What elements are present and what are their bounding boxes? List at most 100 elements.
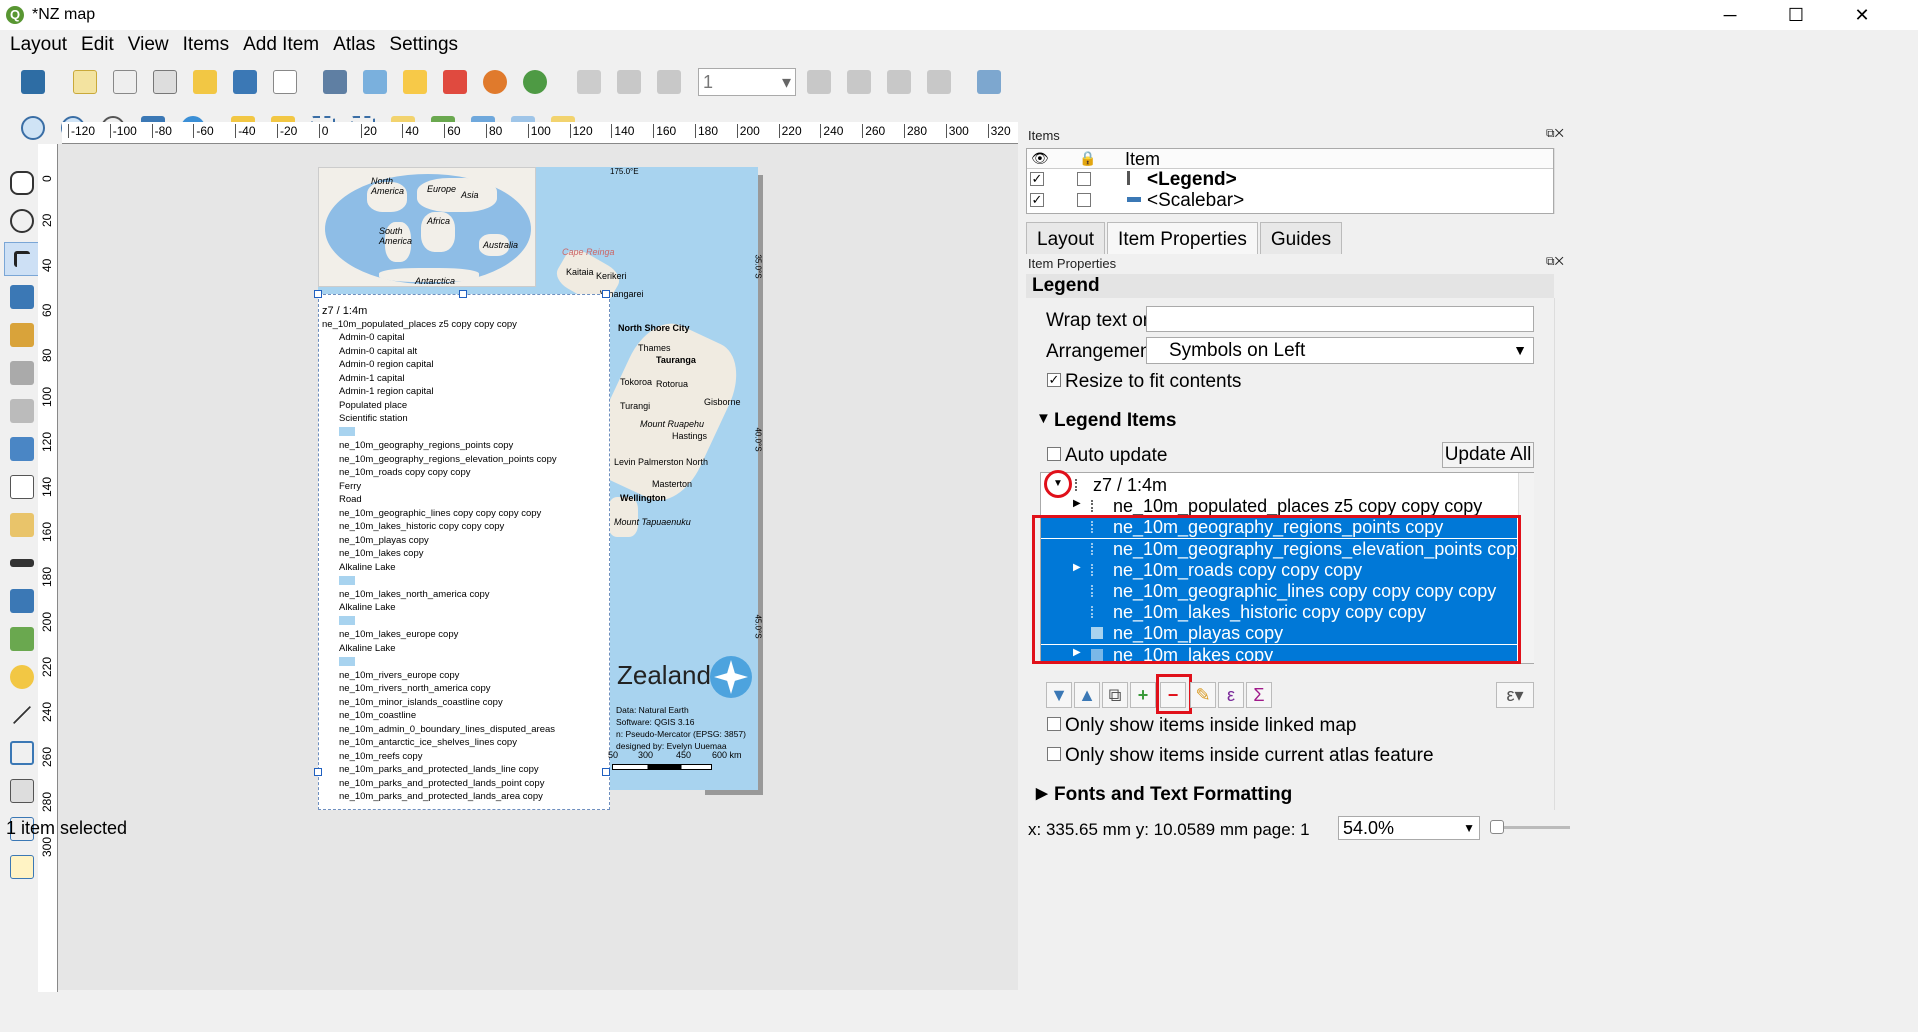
expand-arrow-icon[interactable]: ▶	[1073, 498, 1081, 509]
open-template-button[interactable]	[188, 65, 222, 99]
move-content-tool[interactable]	[4, 280, 40, 314]
expression-button[interactable]: ε	[1218, 682, 1244, 708]
scalebar-item[interactable]: 50 300 450 600 km	[608, 750, 748, 776]
print-atlas-button[interactable]	[882, 65, 916, 99]
selection-status: 1 item selected	[6, 818, 128, 838]
export-atlas-button[interactable]	[922, 65, 956, 99]
select-tool[interactable]	[4, 242, 40, 276]
previous-feature-button[interactable]	[652, 65, 686, 99]
arrangement-combo[interactable]: Symbols on Left ▼	[1146, 337, 1534, 364]
zoom-in-button[interactable]	[16, 111, 50, 145]
pan-tool[interactable]	[4, 166, 40, 200]
only-linked-map-checkbox[interactable]	[1047, 717, 1061, 731]
last-feature-button[interactable]	[842, 65, 876, 99]
remove-button-highlight	[1156, 674, 1192, 714]
add-pages-button[interactable]	[268, 65, 302, 99]
add-label-tool[interactable]	[4, 470, 40, 504]
add-shape-tool[interactable]	[4, 622, 40, 656]
tab-layout[interactable]: Layout	[1026, 222, 1106, 254]
zoom-slider-handle[interactable]	[1490, 820, 1504, 834]
move-up-button[interactable]: ▲	[1074, 682, 1100, 708]
legend-tree-row[interactable]: ▼ z7 / 1:4m	[1041, 475, 1517, 496]
resize-to-fit-checkbox[interactable]: ✓	[1047, 373, 1061, 387]
next-feature-button[interactable]	[802, 65, 836, 99]
add-scalebar-tool[interactable]	[4, 546, 40, 580]
add-polyline-tool[interactable]	[4, 736, 40, 770]
expand-fonts-icon[interactable]: ▶	[1036, 784, 1048, 802]
export-svg-button[interactable]	[398, 65, 432, 99]
ruler-tick-label: 20	[360, 124, 377, 138]
print-button[interactable]	[318, 65, 352, 99]
item-row-scalebar[interactable]: ✓ <Scalebar>	[1027, 190, 1553, 211]
ruler-tick-label: 320	[987, 124, 1011, 138]
zoom-combo[interactable]: 54.0% ▼	[1338, 816, 1480, 840]
menu-atlas[interactable]: Atlas	[327, 34, 383, 56]
save-button[interactable]	[16, 65, 50, 99]
lock-checkbox[interactable]	[1077, 193, 1091, 207]
properties-scrollbar[interactable]	[1554, 298, 1570, 810]
items-scrollbar[interactable]	[1554, 148, 1570, 214]
menu-view[interactable]: View	[122, 34, 177, 56]
zoom-tool[interactable]	[4, 204, 40, 238]
move-down-button[interactable]: ▼	[1046, 682, 1072, 708]
menu-bar: Layout Edit View Items Add Item Atlas Se…	[0, 30, 1918, 60]
layout-manager-button[interactable]	[148, 65, 182, 99]
menu-edit[interactable]: Edit	[75, 34, 122, 56]
redo-button[interactable]	[518, 65, 552, 99]
legend-preview-entry: Alkaline Lake	[339, 602, 396, 613]
horizontal-ruler: -120 -100 -80 -60 -40 -20 0 20 40 60 80 100 120 140 16…	[62, 122, 1018, 144]
minimize-button[interactable]: ─	[1702, 0, 1758, 30]
export-pdf-button[interactable]	[438, 65, 472, 99]
menu-items[interactable]: Items	[177, 34, 237, 56]
legend-item[interactable]: z7 / 1:4m ne_10m_populated_places z5 copy…	[318, 294, 610, 810]
collapse-legend-items-icon[interactable]: ▼	[1036, 410, 1051, 427]
only-atlas-feature-checkbox[interactable]	[1047, 747, 1061, 761]
duplicate-layout-button[interactable]	[108, 65, 142, 99]
first-feature-button[interactable]	[612, 65, 646, 99]
atlas-page-combo[interactable]: 1	[698, 68, 796, 96]
tab-guides[interactable]: Guides	[1259, 222, 1343, 254]
visible-checkbox[interactable]: ✓	[1030, 193, 1044, 207]
menu-layout[interactable]: Layout	[4, 34, 75, 56]
inset-world-map[interactable]: North America Europe Asia Africa South A…	[318, 167, 536, 287]
add-north-arrow-tool[interactable]	[4, 584, 40, 618]
visible-checkbox[interactable]: ✓	[1030, 172, 1044, 186]
add-html-tool[interactable]	[4, 774, 40, 808]
atlas-preview-button[interactable]	[572, 65, 606, 99]
items-panel-float-icon[interactable]: ⧉✕	[1546, 126, 1564, 141]
edit-item-button[interactable]: ✎	[1190, 682, 1216, 708]
add-3d-map-tool[interactable]	[4, 394, 40, 428]
add-marker-tool[interactable]	[4, 660, 40, 694]
add-group-button[interactable]: ⧉	[1102, 682, 1128, 708]
tab-item-properties[interactable]: Item Properties	[1107, 222, 1258, 254]
auto-update-checkbox[interactable]	[1047, 447, 1061, 461]
resize-handle-tr[interactable]	[602, 290, 610, 298]
add-fixed-table-tool[interactable]	[4, 850, 40, 884]
export-image-button[interactable]	[358, 65, 392, 99]
resize-handle-tc[interactable]	[459, 290, 467, 298]
item-row-legend[interactable]: ✓ <Legend>	[1027, 169, 1553, 190]
undo-button[interactable]	[478, 65, 512, 99]
props-panel-float-icon[interactable]: ⧉✕	[1546, 254, 1564, 269]
menu-settings[interactable]: Settings	[383, 34, 466, 56]
count-features-button[interactable]: Σ	[1246, 682, 1272, 708]
lock-checkbox[interactable]	[1077, 172, 1091, 186]
add-picture-tool[interactable]	[4, 432, 40, 466]
maximize-button[interactable]: ☐	[1768, 0, 1824, 30]
wrap-text-input[interactable]	[1146, 306, 1534, 332]
save-icon	[21, 70, 45, 94]
update-all-button[interactable]: Update All	[1442, 442, 1534, 468]
atlas-settings-button[interactable]	[972, 65, 1006, 99]
edit-nodes-tool[interactable]	[4, 318, 40, 352]
close-button[interactable]: ✕	[1834, 0, 1890, 30]
resize-handle-bl[interactable]	[314, 768, 322, 776]
add-legend-tool[interactable]	[4, 508, 40, 542]
add-arrow-tool[interactable]	[4, 698, 40, 732]
filter-expression-button[interactable]: ε▾	[1496, 682, 1534, 708]
add-item-button[interactable]: +	[1130, 682, 1156, 708]
add-map-tool[interactable]	[4, 356, 40, 390]
resize-handle-tl[interactable]	[314, 290, 322, 298]
save-template-button[interactable]	[228, 65, 262, 99]
new-layout-button[interactable]	[68, 65, 102, 99]
menu-add-item[interactable]: Add Item	[237, 34, 327, 56]
